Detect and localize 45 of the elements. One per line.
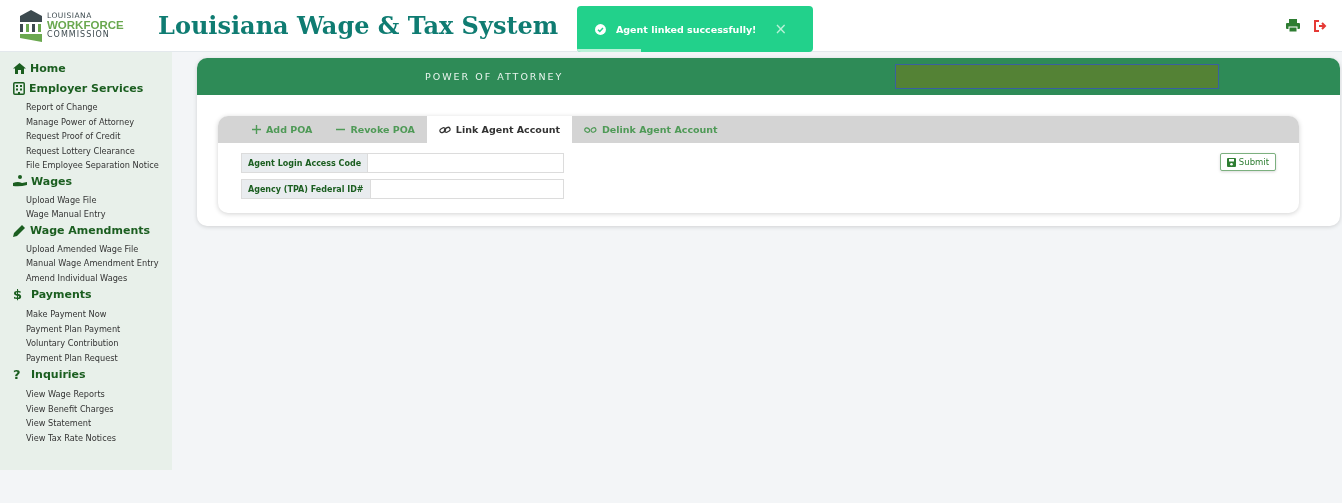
hand-coin-icon xyxy=(13,175,27,187)
home-icon xyxy=(13,63,26,74)
nav-section-link[interactable]: Wages xyxy=(31,174,73,188)
pencil-icon xyxy=(13,223,26,237)
nav-link[interactable]: Request Proof of Credit xyxy=(13,129,172,144)
logo-text: WORKFORCE xyxy=(47,19,124,31)
nav-link[interactable]: Manual Wage Amendment Entry xyxy=(13,256,172,271)
print-icon[interactable] xyxy=(1286,19,1300,32)
section-icon: ? xyxy=(13,367,27,382)
section-title: POWER OF ATTORNEY xyxy=(425,71,565,82)
nav-section-link[interactable]: Wage Amendments xyxy=(30,223,151,237)
nav-link[interactable]: Payment Plan Payment xyxy=(13,321,172,336)
nav-section-link[interactable]: Inquiries xyxy=(31,368,86,381)
nav-link[interactable]: File Employee Separation Notice xyxy=(13,158,172,173)
nav-link[interactable]: Amend Individual Wages xyxy=(13,270,172,285)
check-circle-icon xyxy=(595,23,606,35)
nav-link[interactable]: Voluntary Contribution xyxy=(13,336,172,351)
nav-link[interactable]: Payment Plan Request xyxy=(13,350,172,365)
plus-icon xyxy=(252,125,261,134)
nav-link[interactable]: View Wage Reports xyxy=(13,387,172,402)
nav-link[interactable]: View Tax Rate Notices xyxy=(13,430,172,445)
building-icon xyxy=(13,82,25,95)
toast-message: Agent linked successfully! xyxy=(615,23,757,35)
logout-icon[interactable] xyxy=(1314,19,1328,32)
nav-link[interactable]: Request Lottery Clearance xyxy=(13,143,172,158)
unlink-icon xyxy=(583,124,597,135)
nav-link[interactable]: Wage Manual Entry xyxy=(13,207,172,222)
nav-link[interactable]: Manage Power of Attorney xyxy=(13,114,172,129)
nav-section-link[interactable]: Payments xyxy=(31,288,92,301)
nav-link[interactable]: Upload Amended Wage File xyxy=(13,241,172,256)
site-title: Louisiana Wage & Tax System xyxy=(158,11,559,40)
nav-link[interactable]: Upload Wage File xyxy=(13,192,172,207)
logo-text: COMMISSION xyxy=(47,31,111,39)
nav-section-link[interactable]: Home xyxy=(30,62,66,75)
nav-section-link[interactable]: Employer Services xyxy=(29,82,144,95)
nav-link[interactable]: View Benefit Charges xyxy=(13,401,172,416)
nav-link[interactable]: Report of Change xyxy=(13,100,172,115)
section-icon: $ xyxy=(13,287,27,302)
link-icon xyxy=(438,124,451,135)
tab[interactable]: Link Agent Account xyxy=(426,116,572,143)
logo-icon xyxy=(18,9,44,42)
submit-button[interactable]: Submit xyxy=(1219,153,1276,171)
nav-link[interactable]: View Statement xyxy=(13,416,172,431)
save-icon xyxy=(1226,157,1236,167)
nav-link[interactable]: Make Payment Now xyxy=(13,307,172,322)
